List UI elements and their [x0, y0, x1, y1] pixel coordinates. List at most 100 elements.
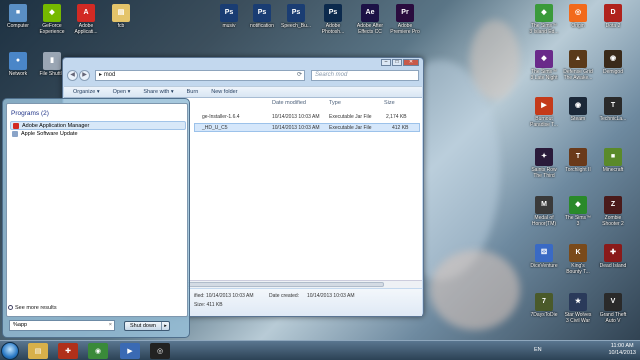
column-type[interactable]: Type	[329, 100, 341, 106]
desktop-shortcut[interactable]: T TechnicLa...	[598, 97, 628, 122]
adobe-icon: A	[77, 4, 95, 22]
start-search-input[interactable]: %app ×	[9, 320, 115, 331]
column-date-modified[interactable]: Date modified	[272, 100, 306, 106]
shutdown-options-arrow-icon[interactable]: ▸	[161, 322, 169, 330]
toolbar-item[interactable]: Open ▾	[113, 89, 131, 95]
window-titlebar[interactable]	[63, 58, 423, 66]
puzzle-icon[interactable]: ✚	[58, 343, 78, 359]
medal-of-honor-icon: M	[535, 196, 553, 214]
details-created: 10/14/2013 10:03 AM	[307, 293, 355, 299]
result-apple-software-update[interactable]: Apple Software Update	[10, 130, 186, 139]
column-size[interactable]: Size	[384, 100, 395, 106]
clear-search-icon[interactable]: ×	[109, 321, 112, 330]
desktop-shortcut[interactable]: ◆ The Sims™ 3 Late Night	[529, 50, 559, 81]
desktop-shortcut[interactable]: T Torchlight II	[563, 148, 593, 173]
desktop-shortcut[interactable]: ◆ The Sims™ 3	[563, 196, 593, 227]
desktop-shortcut[interactable]: ▶ Burnout Paradise T...	[529, 97, 559, 128]
desktop-shortcut[interactable]: Ps musiv	[214, 4, 244, 29]
shortcut-label: Adobe Applicati...	[74, 23, 98, 35]
shortcut-label: The Sims™ 3 Island Ed...	[529, 23, 559, 35]
search-input[interactable]: Search mod	[311, 69, 419, 81]
desktop-shortcut[interactable]: Ps Speech_Bu...	[281, 4, 311, 29]
language-indicator[interactable]: EN	[534, 347, 542, 353]
file-name: ge-Installer-1.6.4	[202, 114, 240, 120]
shortcut-label: 7DaysToDie	[530, 312, 558, 318]
demigod-icon: ◉	[604, 50, 622, 68]
desktop-shortcut[interactable]: ◉ Steam	[563, 97, 593, 122]
desktop-shortcut[interactable]: A Adobe Applicati...	[71, 4, 101, 35]
file-row-selected[interactable]: _HD_U_C5 10/14/2013 10:03 AM Executable …	[194, 123, 420, 132]
desktop-shortcut[interactable]: ★ Star Wolves 3 Civil War	[563, 293, 593, 324]
minimize-button[interactable]: –	[381, 59, 391, 66]
see-more-results-link[interactable]: See more results	[8, 305, 57, 311]
desktop-shortcut[interactable]: Z Zombie Shooter 2	[598, 196, 628, 227]
desktop-shortcut[interactable]: ◆ GeForce Experience	[37, 4, 67, 35]
minecraft-icon: ■	[604, 148, 622, 166]
desktop-shortcut[interactable]: K King's Bounty T...	[563, 244, 593, 275]
toolbar-item[interactable]: Share with ▾	[143, 89, 173, 95]
obs-icon[interactable]: ◎	[150, 343, 170, 359]
shortcut-label: Grand Theft Auto V	[599, 312, 627, 324]
desktop-shortcut[interactable]: Pr Adobe Premiere Pro	[390, 4, 420, 35]
shortcut-label: TechnicLa...	[599, 116, 627, 122]
shortcut-label: notification	[250, 23, 274, 29]
shortcut-label: The Sims™ 3 Late Night	[530, 69, 558, 81]
clock[interactable]: 11:00 AM 10/14/2013	[608, 343, 636, 357]
sims-icon: ◆	[569, 196, 587, 214]
photoshop-icon: Ps	[324, 4, 342, 22]
shortcut-label: Saints Row The Third	[531, 167, 557, 179]
desktop-shortcut[interactable]: ▲ Defense Grid The Awake...	[563, 50, 593, 81]
address-bar-row: ◀ ▶ ▸ mod ⟳ Search mod	[67, 68, 421, 82]
result-adobe-application-manager[interactable]: Adobe Application Manager	[10, 121, 186, 130]
close-button[interactable]: ✕	[403, 59, 419, 66]
desktop-shortcut[interactable]: M Medal of Honor(TM)	[529, 196, 559, 227]
sims-icon: ◆	[535, 50, 553, 68]
origin-icon: ◎	[569, 4, 587, 22]
media-player-icon[interactable]: ▶	[120, 343, 140, 359]
desktop-shortcut[interactable]: ◎ Origin	[563, 4, 593, 29]
desktop-shortcut[interactable]: Ps notification	[247, 4, 277, 29]
file-type: Executable Jar File	[329, 114, 372, 120]
toolbar-item[interactable]: Organize ▾	[73, 89, 100, 95]
desktop-shortcut[interactable]: ⚄ DiceVenture	[529, 244, 559, 269]
desktop-shortcut[interactable]: V Grand Theft Auto V	[598, 293, 628, 324]
details-modified: ified: 10/14/2013 10:03 AM	[194, 293, 254, 299]
file-row[interactable]: ge-Installer-1.6.4 10/14/2013 10:03 AM E…	[194, 113, 420, 122]
psd-file-icon: Ps	[220, 4, 238, 22]
kings-bounty-icon: K	[569, 244, 587, 262]
desktop-shortcut[interactable]: ◆ The Sims™ 3 Island Ed...	[529, 4, 559, 35]
address-field[interactable]: ▸ mod ⟳	[95, 69, 305, 81]
shortcut-label: DiceVenture	[530, 263, 558, 269]
desktop-shortcut[interactable]: Ps Adobe Photosh...	[318, 4, 348, 35]
address-path: mod	[103, 71, 116, 78]
toolbar-item[interactable]: New folder	[211, 89, 237, 95]
see-more-label: See more results	[15, 305, 57, 311]
shutdown-button[interactable]: Shut down ▸	[124, 321, 170, 331]
maximize-button[interactable]: □	[392, 59, 402, 66]
desktop-shortcut[interactable]: 7 7DaysToDie	[529, 293, 559, 318]
chrome-icon[interactable]: ◉	[88, 343, 108, 359]
desktop-shortcut[interactable]: ■ Minecraft	[598, 148, 628, 173]
apple-update-icon	[12, 131, 18, 137]
clock-time: 11:00 AM	[610, 343, 634, 349]
desktop-shortcut[interactable]: Ae Adobe After Effects CC	[355, 4, 385, 35]
shortcut-label: Adobe Photosh...	[321, 23, 345, 35]
network-icon: ●	[9, 52, 27, 70]
explorer-folder-icon[interactable]: ▤	[28, 343, 48, 359]
back-button[interactable]: ◀	[67, 69, 78, 81]
desktop-shortcut[interactable]: D Dota 2	[598, 4, 628, 29]
desktop-shortcut[interactable]: ● Network	[3, 52, 33, 77]
desktop-shortcut[interactable]: ◉ Demigod	[598, 50, 628, 75]
desktop-shortcut[interactable]: ▤ fcb	[106, 4, 136, 29]
command-bar: Organize ▾ Open ▾ Share with ▾ Burn New fold…	[64, 86, 422, 98]
toolbar-item[interactable]: Burn	[187, 89, 199, 95]
start-button[interactable]	[1, 342, 19, 360]
adobe-icon	[13, 123, 19, 129]
shortcut-label: King's Bounty T...	[566, 263, 590, 275]
file-type: Executable Jar File	[329, 125, 372, 131]
refresh-icon[interactable]: ⟳	[297, 71, 302, 80]
desktop-shortcut[interactable]: ■ Computer	[3, 4, 33, 29]
desktop-shortcut[interactable]: ✚ Dead Island	[598, 244, 628, 269]
desktop-shortcut[interactable]: ✦ Saints Row The Third	[529, 148, 559, 179]
forward-button[interactable]: ▶	[79, 69, 90, 81]
